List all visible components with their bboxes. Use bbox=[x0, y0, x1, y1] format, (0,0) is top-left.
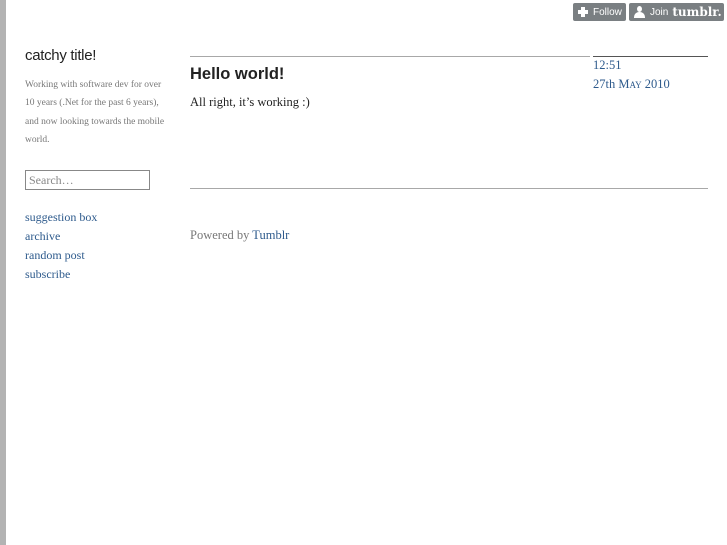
post-body: All right, it’s working :) bbox=[190, 95, 310, 109]
follow-button[interactable]: Follow bbox=[573, 3, 626, 21]
post-date-day: 27th bbox=[593, 77, 616, 91]
footer-text: Powered by bbox=[190, 228, 250, 242]
blog-description: Working with software dev for over 10 ye… bbox=[25, 80, 165, 145]
join-label: Join bbox=[650, 6, 669, 18]
post-time-link[interactable]: 12:51 bbox=[593, 58, 621, 73]
post-divider-bottom bbox=[190, 188, 708, 189]
join-tumblr-button[interactable]: Join tumblr. bbox=[629, 3, 724, 21]
tumblr-footer-link[interactable]: Tumblr bbox=[252, 228, 289, 242]
follow-label: Follow bbox=[593, 6, 622, 18]
post-meta-divider bbox=[593, 56, 708, 57]
plus-icon bbox=[577, 6, 589, 18]
post-title: Hello world! bbox=[190, 65, 285, 83]
post-divider-top bbox=[190, 56, 590, 57]
suggestion-box-link[interactable]: suggestion box bbox=[25, 208, 97, 227]
subscribe-link[interactable]: subscribe bbox=[25, 265, 97, 284]
random-post-link[interactable]: random post bbox=[25, 246, 97, 265]
search-input[interactable] bbox=[25, 170, 150, 190]
sidebar-nav: suggestion box archive random post subsc… bbox=[25, 208, 97, 284]
footer: Powered by Tumblr bbox=[190, 228, 289, 243]
page-left-border bbox=[0, 0, 6, 545]
post-date-link[interactable]: 27th May 2010 bbox=[593, 77, 670, 92]
archive-link[interactable]: archive bbox=[25, 227, 97, 246]
post-date-month-year: May 2010 bbox=[618, 77, 670, 91]
user-icon bbox=[634, 6, 645, 18]
tumblr-logo: tumblr. bbox=[672, 5, 722, 19]
blog-title: catchy title! bbox=[25, 47, 97, 64]
